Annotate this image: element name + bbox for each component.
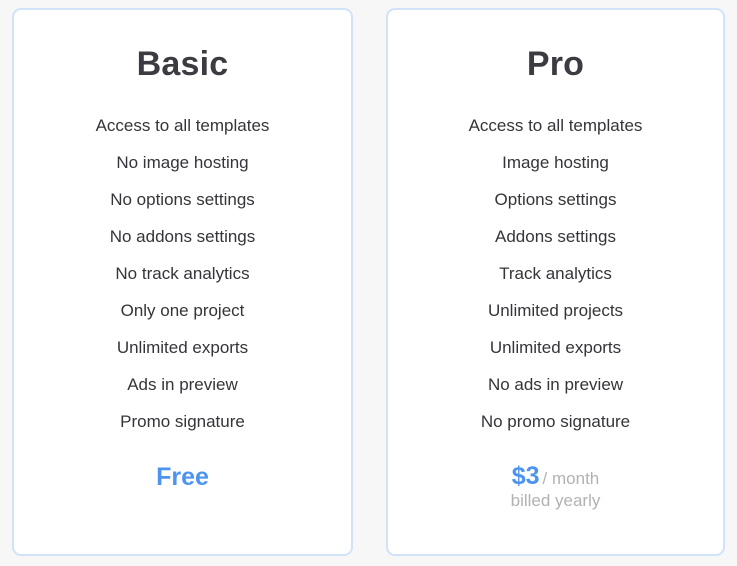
price-amount-basic: Free: [156, 463, 209, 492]
feature-item: No track analytics: [115, 264, 250, 284]
plan-title-basic: Basic: [136, 45, 229, 83]
plan-title-pro: Pro: [526, 45, 585, 83]
feature-item: Only one project: [120, 301, 245, 321]
price-block-basic: Free: [14, 462, 351, 492]
feature-item: Image hosting: [502, 153, 609, 173]
feature-item: No ads in preview: [487, 375, 624, 395]
feature-item: Unlimited projects: [487, 301, 624, 321]
feature-item: Ads in preview: [127, 375, 238, 395]
feature-item: Track analytics: [499, 264, 612, 284]
feature-item: Access to all templates: [95, 116, 270, 136]
feature-item: No options settings: [110, 190, 255, 210]
feature-item: No addons settings: [109, 227, 256, 247]
feature-item: Promo signature: [120, 412, 245, 432]
feature-item: No image hosting: [116, 153, 249, 173]
plan-card-pro[interactable]: Pro Access to all templates Image hostin…: [386, 8, 725, 556]
feature-item: Unlimited exports: [116, 338, 249, 358]
feature-item: Unlimited exports: [489, 338, 622, 358]
feature-item: Access to all templates: [468, 116, 643, 136]
feature-list-basic: Access to all templates No image hosting…: [14, 107, 351, 440]
feature-item: Options settings: [494, 190, 617, 210]
price-note-pro: billed yearly: [510, 491, 601, 511]
feature-item: Addons settings: [495, 227, 616, 247]
pricing-table: Basic Access to all templates No image h…: [0, 0, 737, 566]
plan-card-basic[interactable]: Basic Access to all templates No image h…: [12, 8, 353, 556]
feature-list-pro: Access to all templates Image hosting Op…: [388, 107, 723, 440]
price-amount-pro: $3: [511, 462, 540, 491]
price-period-pro: / month: [542, 469, 600, 489]
price-block-pro: $3/ month billed yearly: [388, 462, 723, 513]
feature-item: No promo signature: [480, 412, 631, 432]
